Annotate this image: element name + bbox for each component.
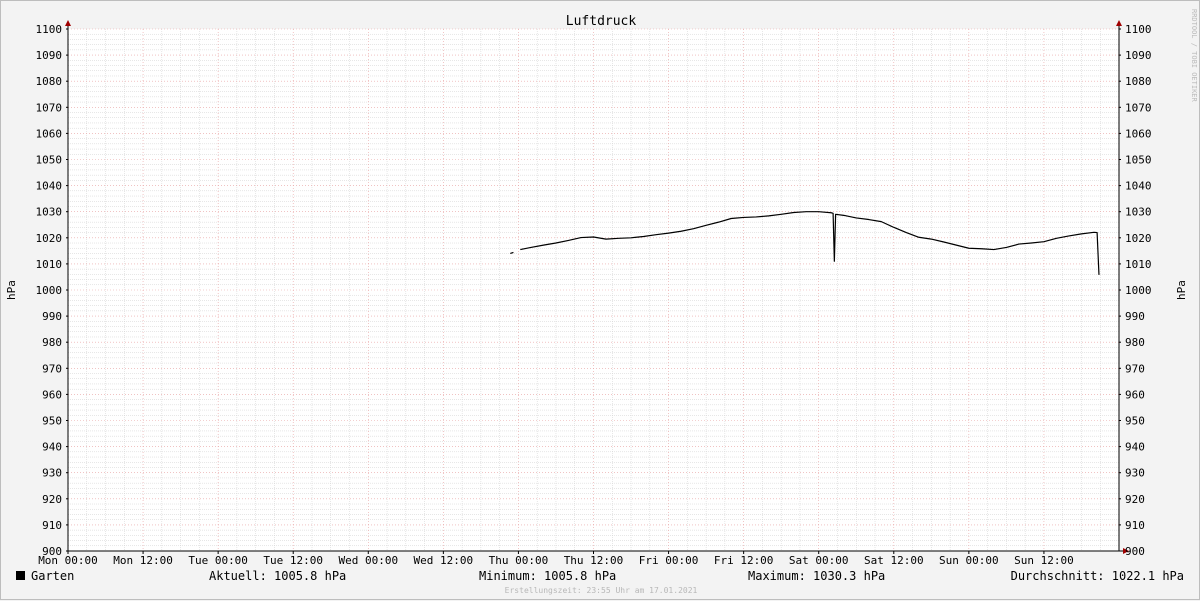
y-tick-label-left: 1070	[36, 101, 63, 114]
y-tick-label-left: 1060	[36, 127, 63, 140]
y-tick-label-left: 950	[42, 415, 62, 428]
chart-frame: 900 910 920 930 940 950 960 970 980 990 1000 1010 10…	[0, 0, 1200, 600]
y-tick-label-right: 940	[1125, 441, 1145, 454]
y-tick-label-left: 1050	[36, 154, 63, 167]
x-tick-label: Wed 00:00	[338, 554, 398, 567]
x-tick-label: Wed 12:00	[414, 554, 474, 567]
x-tick-label: Sun 00:00	[939, 554, 999, 567]
x-tick-label: Tue 00:00	[188, 554, 248, 567]
y-tick-label-left: 960	[42, 388, 62, 401]
y-tick-label-right: 1000	[1125, 284, 1152, 297]
y-tick-label-right: 900	[1125, 545, 1145, 558]
x-tick-label: Thu 12:00	[564, 554, 624, 567]
chart-canvas: 900 910 920 930 940 950 960 970 980 990 1000 1010 10…	[5, 9, 1198, 595]
y-tick-label-left: 1020	[36, 232, 63, 245]
y-tick-label-left: 1010	[36, 258, 63, 271]
y-tick-label-right: 1050	[1125, 154, 1152, 167]
legend-series-name: Garten	[31, 569, 74, 583]
y-ticks-right: 900 910 920 930 940 950 960 970 980 990 1000 1010 10…	[1119, 23, 1152, 558]
y-tick-label-right: 950	[1125, 415, 1145, 428]
y-tick-label-right: 1080	[1125, 75, 1152, 88]
footer-timestamp: Erstellungszeit: 23:55 Uhr am 17.01.2021	[505, 586, 698, 595]
y-axis-arrow-left	[65, 20, 71, 26]
y-tick-label-left: 980	[42, 336, 62, 349]
watermark: RRDTOOL / TOBI OETIKER	[1190, 9, 1198, 103]
y-tick-label-right: 1100	[1125, 23, 1152, 36]
x-tick-label: Thu 00:00	[489, 554, 549, 567]
x-tick-label: Fri 00:00	[639, 554, 699, 567]
y-tick-label-left: 1040	[36, 180, 63, 193]
y-tick-label-left: 930	[42, 467, 62, 480]
y-axis-label-right: hPa	[1175, 280, 1188, 300]
y-tick-label-left: 1090	[36, 49, 63, 62]
y-ticks-left: 9009109209309409509609709809901000101010…	[36, 23, 68, 558]
x-ticks: Mon 00:00 Mon 12:00 Tue 00:00 Tue 12:00 Wed …	[38, 551, 1074, 567]
y-tick-label-right: 1070	[1125, 101, 1152, 114]
legend-aktuell: Aktuell: 1005.8 hPa	[209, 569, 346, 583]
legend-maximum: Maximum: 1030.3 hPa	[748, 569, 885, 583]
legend-durchschnitt: Durchschnitt: 1022.1 hPa	[1011, 569, 1184, 583]
y-tick-label-left: 1000	[36, 284, 63, 297]
y-tick-label-left: 1100	[36, 23, 63, 36]
y-tick-label-right: 1010	[1125, 258, 1152, 271]
y-tick-label-right: 990	[1125, 310, 1145, 323]
legend-swatch	[16, 571, 25, 580]
y-tick-label-right: 1020	[1125, 232, 1152, 245]
y-tick-label-right: 930	[1125, 467, 1145, 480]
y-tick-label-right: 920	[1125, 493, 1145, 506]
y-tick-label-left: 940	[42, 441, 62, 454]
y-tick-label-right: 1060	[1125, 127, 1152, 140]
y-tick-label-right: 980	[1125, 336, 1145, 349]
x-tick-label: Sat 00:00	[789, 554, 849, 567]
x-tick-label: Mon 12:00	[113, 554, 173, 567]
y-tick-label-left: 910	[42, 519, 62, 532]
y-tick-label-left: 970	[42, 362, 62, 375]
y-tick-label-left: 1080	[36, 75, 63, 88]
x-tick-label: Fri 12:00	[714, 554, 774, 567]
y-tick-label-right: 1030	[1125, 206, 1152, 219]
x-tick-label: Sat 12:00	[864, 554, 924, 567]
y-tick-label-left: 990	[42, 310, 62, 323]
legend-minimum: Minimum: 1005.8 hPa	[479, 569, 616, 583]
y-tick-label-right: 960	[1125, 388, 1145, 401]
x-tick-label: Sun 12:00	[1014, 554, 1074, 567]
y-tick-label-right: 970	[1125, 362, 1145, 375]
y-tick-label-left: 1030	[36, 206, 63, 219]
y-tick-label-right: 1090	[1125, 49, 1152, 62]
y-tick-label-right: 1040	[1125, 180, 1152, 193]
chart-title: Luftdruck	[566, 14, 637, 29]
y-axis-label-left: hPa	[5, 280, 18, 300]
y-tick-label-left: 920	[42, 493, 62, 506]
x-tick-label: Mon 00:00	[38, 554, 98, 567]
y-axis-arrow-right	[1116, 20, 1122, 26]
y-tick-label-right: 910	[1125, 519, 1145, 532]
x-tick-label: Tue 12:00	[263, 554, 323, 567]
